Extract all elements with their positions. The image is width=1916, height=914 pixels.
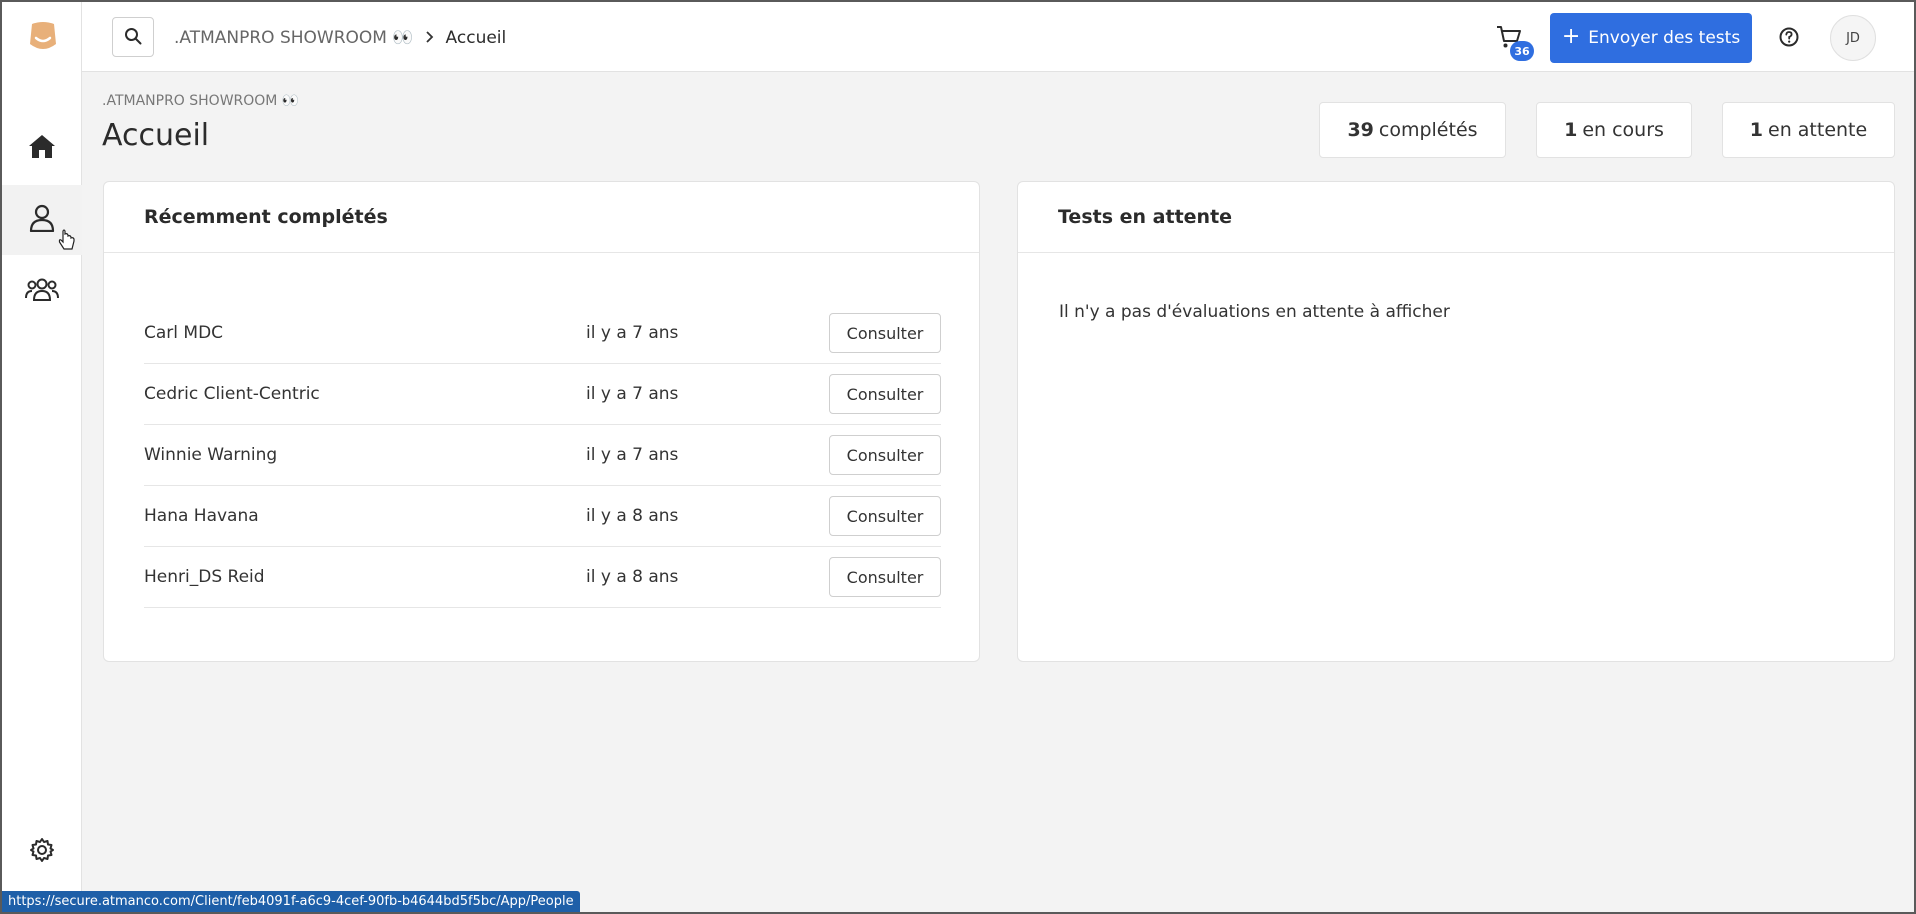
hand-cursor-icon	[58, 229, 76, 257]
person-name: Cedric Client-Centric	[144, 384, 320, 404]
person-name: Carl MDC	[144, 323, 224, 343]
stat-completed-label: complétés	[1378, 119, 1478, 141]
atman-logo-icon[interactable]	[28, 20, 58, 54]
home-icon	[28, 133, 56, 163]
person-name: Hana Havana	[144, 506, 259, 526]
sidebar	[2, 2, 82, 912]
table-row: Carl MDC il y a 7 ans Consulter	[144, 303, 941, 364]
stat-in-progress-count: 1	[1564, 119, 1578, 141]
breadcrumb: .ATMANPRO SHOWROOM 👀 Accueil	[174, 26, 506, 50]
avatar[interactable]: JD	[1830, 15, 1876, 61]
search-icon	[124, 27, 142, 48]
consult-button[interactable]: Consulter	[829, 374, 941, 414]
breadcrumb-current: Accueil	[445, 28, 507, 48]
stat-pending-label: en attente	[1768, 119, 1868, 141]
consult-button[interactable]: Consulter	[829, 435, 941, 475]
send-tests-label: Envoyer des tests	[1588, 28, 1741, 48]
stat-completed[interactable]: 39 complétés	[1319, 102, 1506, 158]
cart-count-badge: 36	[1510, 41, 1534, 61]
recently-completed-card: Récemment complétés Carl MDC il y a 7 an…	[103, 181, 980, 662]
search-button[interactable]	[112, 17, 154, 57]
recently-completed-list: Carl MDC il y a 7 ans Consulter Cedric C…	[144, 303, 941, 608]
table-row: Winnie Warning il y a 7 ans Consulter	[144, 425, 941, 486]
groups-icon	[25, 276, 59, 306]
table-row: Cedric Client-Centric il y a 7 ans Consu…	[144, 364, 941, 425]
stat-pending[interactable]: 1 en attente	[1722, 102, 1895, 158]
org-label: .ATMANPRO SHOWROOM 👀	[102, 93, 300, 109]
gear-icon	[29, 837, 55, 867]
chevron-right-icon	[425, 28, 434, 48]
sidebar-item-home[interactable]	[2, 113, 82, 183]
consult-button[interactable]: Consulter	[829, 496, 941, 536]
stat-completed-count: 39	[1347, 119, 1374, 141]
table-row: Hana Havana il y a 8 ans Consulter	[144, 486, 941, 547]
completed-time: il y a 7 ans	[586, 323, 679, 343]
send-tests-button[interactable]: + Envoyer des tests	[1550, 13, 1752, 63]
person-name: Winnie Warning	[144, 445, 278, 465]
table-row: Henri_DS Reid il y a 8 ans Consulter	[144, 547, 941, 608]
user-icon	[29, 204, 55, 236]
pending-tests-title: Tests en attente	[1018, 182, 1894, 253]
plus-icon: +	[1561, 24, 1581, 49]
consult-button[interactable]: Consulter	[829, 313, 941, 353]
recently-completed-title: Récemment complétés	[104, 182, 979, 253]
link-preview-status-bar: https://secure.atmanco.com/Client/feb409…	[2, 891, 580, 912]
stat-in-progress-label: en cours	[1582, 119, 1664, 141]
pending-empty-message: Il n'y a pas d'évaluations en attente à …	[1059, 302, 1450, 322]
completed-time: il y a 8 ans	[586, 506, 679, 526]
pending-tests-card: Tests en attente Il n'y a pas d'évaluati…	[1017, 181, 1895, 662]
completed-time: il y a 8 ans	[586, 567, 679, 587]
completed-time: il y a 7 ans	[586, 384, 679, 404]
sidebar-item-settings[interactable]	[2, 822, 82, 882]
page-title: Accueil	[102, 118, 210, 153]
help-icon[interactable]	[1778, 26, 1800, 48]
consult-button[interactable]: Consulter	[829, 557, 941, 597]
completed-time: il y a 7 ans	[586, 445, 679, 465]
breadcrumb-org[interactable]: .ATMANPRO SHOWROOM 👀	[174, 28, 414, 48]
sidebar-item-groups[interactable]	[2, 256, 82, 326]
stat-in-progress[interactable]: 1 en cours	[1536, 102, 1692, 158]
stat-pending-count: 1	[1749, 119, 1764, 141]
person-name: Henri_DS Reid	[144, 567, 265, 587]
